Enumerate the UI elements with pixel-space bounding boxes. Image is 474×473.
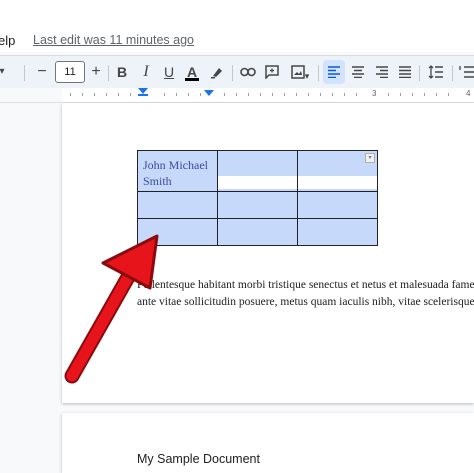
toolbar-separator [452,65,453,81]
table-cell[interactable] [137,191,218,219]
body-paragraph[interactable]: Pellentesque habitant morbi tristique se… [137,277,474,311]
table-row: John Michael Smith ▾ [137,150,378,192]
table-cell[interactable]: John Michael Smith [137,150,218,192]
align-right-icon [376,66,388,79]
align-left-button[interactable] [323,60,345,84]
table-cell[interactable] [217,191,298,219]
numbered-list-button[interactable] [458,60,474,84]
document-page[interactable] [62,103,474,403]
chevron-down-icon: ▾ [304,71,310,81]
line-spacing-icon [428,65,443,79]
paragraph-line: ante vitae sollicitudin posuere, metus q… [137,296,474,308]
document-page-2[interactable] [62,413,474,473]
toolbar-separator [232,65,233,81]
cell-unselected-strip [298,176,377,189]
highlight-button[interactable] [207,60,227,84]
insert-link-button[interactable] [238,60,258,84]
ruler-mark-4: 4 [466,89,471,98]
toolbar-separator [24,65,25,81]
toolbar-separator [419,65,420,81]
horizontal-ruler[interactable]: 3 4 [0,88,474,103]
link-icon [240,67,256,77]
table-row [137,218,378,246]
cell-menu-chevron-icon[interactable]: ▾ [365,153,375,163]
add-comment-button[interactable] [262,60,282,84]
font-dropdown-chevron-icon[interactable]: ▾ [0,60,8,84]
table-cell[interactable] [217,150,298,192]
justify-icon [399,66,411,79]
justify-button[interactable] [395,60,415,84]
right-indent-marker-icon[interactable] [204,88,214,96]
align-center-icon [352,66,364,79]
page2-heading-text: My Sample Document [137,452,260,466]
menu-bar: elp Last edit was 11 minutes ago [0,0,474,52]
last-edit-link[interactable]: Last edit was 11 minutes ago [33,33,194,47]
table-cell[interactable] [297,191,378,219]
cell-text: John Michael Smith [143,158,208,188]
align-left-icon [328,66,340,79]
text-color-swatch [185,78,199,81]
table-cell[interactable] [217,218,298,246]
image-icon [290,65,305,79]
toolbar-separator [318,65,319,81]
decrease-font-size-button[interactable]: − [33,60,51,84]
paint-format-icon [211,68,222,79]
toolbar: ▾ − 11 + B I U A ▾ [0,55,474,89]
table-cell[interactable] [297,218,378,246]
line-spacing-button[interactable] [426,60,446,84]
left-indent-marker-icon[interactable] [138,88,148,96]
font-size-input[interactable]: 11 [55,61,85,83]
left-margin-area [0,103,62,466]
menu-help[interactable]: elp [0,33,15,48]
text-color-button[interactable]: A [182,60,202,84]
toolbar-separator [108,65,109,81]
align-right-button[interactable] [372,60,392,84]
table-cell[interactable] [137,218,218,246]
document-table[interactable]: John Michael Smith ▾ [137,150,378,246]
align-center-button[interactable] [348,60,368,84]
underline-button[interactable]: U [160,60,178,84]
increase-font-size-button[interactable]: + [87,60,105,84]
table-cell[interactable]: ▾ [297,150,378,192]
paragraph-line: Pellentesque habitant morbi tristique se… [137,279,474,291]
bold-button[interactable]: B [113,60,131,84]
italic-button[interactable]: I [137,60,155,84]
comment-icon [265,65,279,80]
table-row [137,191,378,219]
ruler-mark-3: 3 [372,89,377,98]
numbered-list-icon [459,66,474,78]
cell-unselected-strip [218,176,297,189]
insert-image-button[interactable]: ▾ [286,60,314,84]
